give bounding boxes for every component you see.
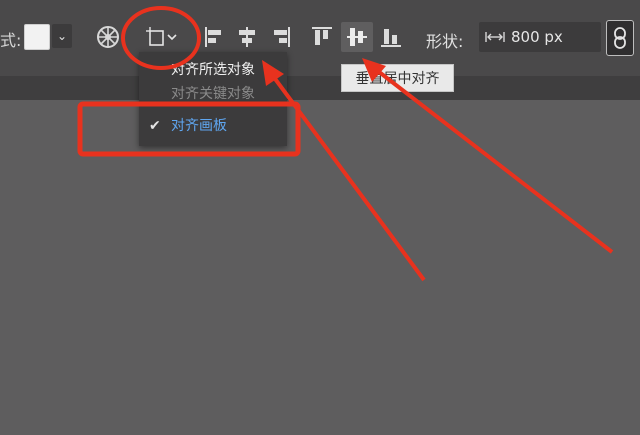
- shape-width-field[interactable]: [479, 22, 601, 52]
- menu-item-align-artboard[interactable]: ✔ 对齐画板: [139, 114, 287, 138]
- align-vertical-center-button[interactable]: [341, 22, 373, 52]
- link-icon: [614, 27, 626, 49]
- menu-item-label: 对齐画板: [171, 118, 227, 134]
- align-right-icon[interactable]: [270, 25, 292, 49]
- align-to-dropdown-icon: [146, 27, 177, 46]
- width-input[interactable]: [511, 26, 597, 48]
- align-top-icon[interactable]: [311, 25, 333, 49]
- checkmark-icon: ✔: [149, 118, 161, 134]
- width-arrows-icon: [485, 32, 505, 42]
- shape-label: 形状:: [426, 32, 464, 51]
- fill-style-chevron-down-icon[interactable]: ⌄: [52, 24, 72, 48]
- link-dimensions-button[interactable]: [606, 20, 634, 56]
- gear-wheel-icon[interactable]: [96, 25, 120, 49]
- options-bar: 式: ⌄ 形状: 800 px: [0, 0, 640, 76]
- app-window: 式: ⌄ 形状: 800 px 对齐所选对象 对齐关键对象 ✔ 对齐画板 垂直居…: [0, 0, 640, 435]
- document-tab-strip: [0, 76, 640, 100]
- align-vertical-center-icon: [347, 28, 367, 46]
- fill-style-label: 式:: [0, 31, 22, 50]
- menu-item-label: 对齐关键对象: [171, 86, 255, 102]
- menu-item-align-key-object: 对齐关键对象: [139, 82, 287, 106]
- menu-item-align-selected-objects[interactable]: 对齐所选对象: [139, 58, 287, 82]
- align-to-menu: 对齐所选对象 对齐关键对象 ✔ 对齐画板: [139, 52, 287, 146]
- align-horizontal-center-icon[interactable]: [236, 25, 258, 49]
- menu-item-label: 对齐所选对象: [171, 62, 255, 78]
- align-bottom-icon[interactable]: [380, 25, 402, 49]
- align-vertical-center-tooltip: 垂直居中对齐: [341, 64, 454, 92]
- canvas-area[interactable]: [0, 100, 640, 435]
- align-left-icon[interactable]: [203, 25, 225, 49]
- align-to-dropdown[interactable]: [139, 26, 183, 50]
- fill-color-swatch[interactable]: [24, 24, 50, 50]
